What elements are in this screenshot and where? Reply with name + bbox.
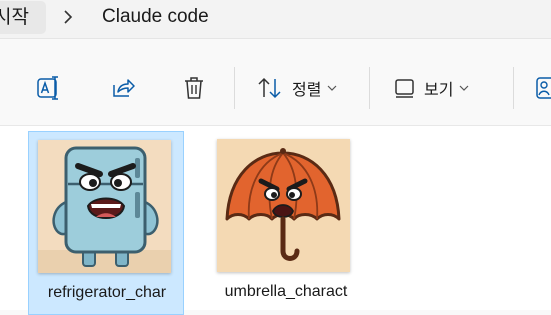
chevron-down-icon <box>459 79 469 97</box>
refrigerator-thumbnail <box>38 140 171 273</box>
rename-icon <box>34 75 62 101</box>
sort-button[interactable]: 정렬 <box>256 65 337 111</box>
breadcrumb-current[interactable]: Claude code <box>102 4 209 30</box>
share-button[interactable] <box>108 65 136 111</box>
chevron-down-icon <box>327 79 337 97</box>
view-button[interactable]: 보기 <box>394 65 469 111</box>
sort-arrows-icon <box>256 75 284 101</box>
file-name: umbrella_charact <box>224 283 348 300</box>
toolbar-separator <box>369 67 370 109</box>
view-label: 보기 <box>424 80 454 99</box>
breadcrumb-root-label: 시작 <box>0 6 29 28</box>
trash-icon <box>181 75 207 101</box>
toolbar-separator <box>513 67 514 109</box>
file-name: refrigerator_char <box>47 284 167 301</box>
file-item-umbrella[interactable]: umbrella_charact <box>208 131 364 315</box>
chevron-right-icon[interactable] <box>62 8 74 26</box>
breadcrumb-root[interactable]: 시작 <box>0 1 46 34</box>
file-item-refrigerator[interactable]: refrigerator_char <box>28 131 184 315</box>
view-square-icon <box>394 77 416 99</box>
share-icon <box>108 75 136 101</box>
file-list: refrigerator_char umbrella_charact <box>0 126 551 315</box>
details-pane-icon <box>536 76 551 100</box>
command-bar: 정렬 보기 <box>0 53 551 125</box>
breadcrumb: 시작 Claude code <box>0 0 551 38</box>
details-pane-button[interactable] <box>536 65 551 111</box>
umbrella-thumbnail <box>217 139 350 272</box>
delete-button[interactable] <box>181 65 207 111</box>
breadcrumb-divider <box>0 38 551 39</box>
toolbar-separator <box>234 67 235 109</box>
rename-button[interactable] <box>34 65 62 111</box>
sort-label: 정렬 <box>292 80 322 99</box>
